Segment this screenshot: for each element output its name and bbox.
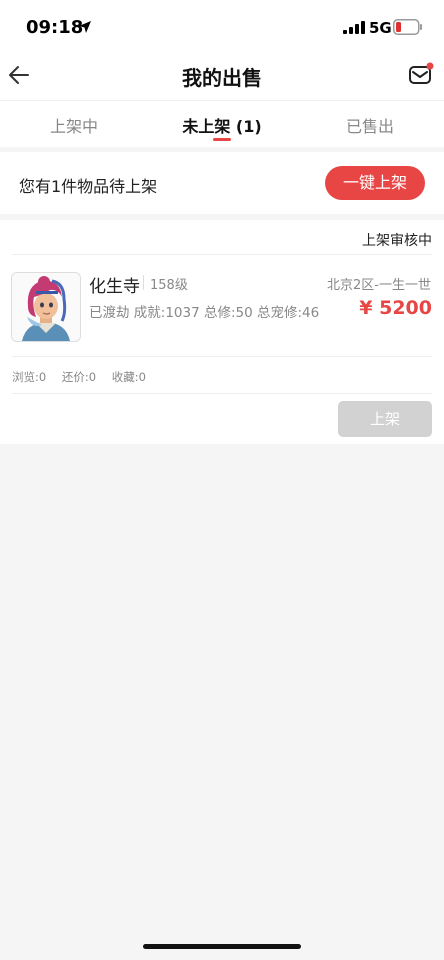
one-click-list-button[interactable]: 一键上架 <box>325 166 425 200</box>
divider <box>12 393 432 394</box>
status-time: 09:18 <box>26 17 84 38</box>
tab-label: 已售出 <box>345 117 394 136</box>
favorite-count: 收藏:0 <box>111 370 146 384</box>
mail-icon[interactable] <box>408 62 436 88</box>
tab-unlisted[interactable]: 未上架 (1) <box>148 101 296 147</box>
page-title: 我的出售 <box>182 66 262 90</box>
character-class: 化生寺 <box>89 277 140 297</box>
views-count: 浏览:0 <box>12 370 47 384</box>
item-card: 上架审核中 化生寺 158级 北京2区-一生一世 已渡劫 成就:1037 总修:… <box>0 220 444 444</box>
item-price: ¥ 5200 <box>359 297 432 319</box>
bargain-count: 还价:0 <box>61 370 97 384</box>
review-status: 上架审核中 <box>362 233 432 249</box>
pending-text: 您有1件物品待上架 <box>19 177 158 196</box>
character-avatar[interactable] <box>11 272 81 342</box>
pending-banner: 您有1件物品待上架 一键上架 <box>0 152 444 214</box>
divider <box>12 356 432 357</box>
battery-low-icon <box>393 19 422 35</box>
tab-sold[interactable]: 已售出 <box>296 101 444 147</box>
nav-bar: 我的出售 <box>0 52 444 100</box>
status-bar: 09:18 5G <box>0 0 444 52</box>
location-arrow-icon <box>79 21 91 33</box>
name-separator <box>143 275 144 290</box>
divider <box>12 254 432 255</box>
character-stats: 已渡劫 成就:1037 总修:50 总宠修:46 <box>89 305 320 321</box>
character-portrait-icon <box>12 273 80 341</box>
list-item-button[interactable]: 上架 <box>338 401 432 437</box>
server-name: 北京2区-一生一世 <box>327 278 431 293</box>
tab-listed[interactable]: 上架中 <box>0 101 148 147</box>
network-label: 5G <box>369 19 392 37</box>
tab-label: 未上架 (1) <box>182 117 262 136</box>
active-tab-indicator <box>213 138 231 141</box>
character-level: 158级 <box>150 278 188 293</box>
signal-bars-icon <box>343 21 365 34</box>
tab-bar: 上架中 未上架 (1) 已售出 <box>0 100 444 147</box>
tab-label: 上架中 <box>49 117 98 136</box>
item-meta: 浏览:0 还价:0 收藏:0 <box>12 369 158 385</box>
home-indicator <box>143 944 301 949</box>
